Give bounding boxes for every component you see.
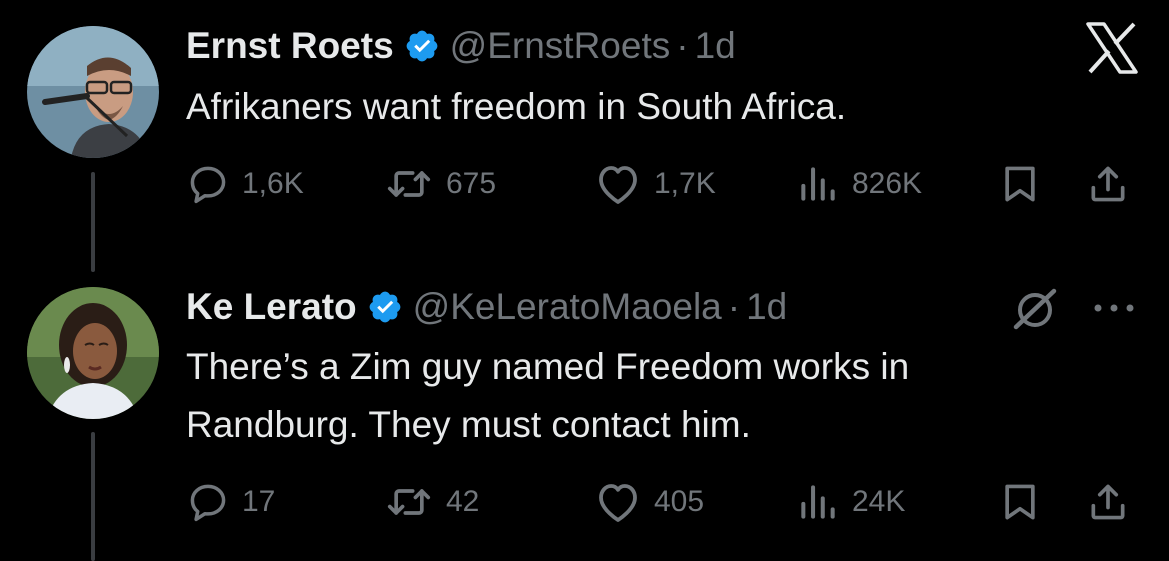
verified-badge-icon	[404, 28, 440, 64]
action-bar: 17 42 405 24K	[186, 478, 1146, 526]
bookmark-icon	[1005, 166, 1035, 202]
tweet-text: There’s a Zim guy named Freedom works in…	[186, 346, 910, 445]
repost-count: 42	[446, 485, 480, 518]
views-button[interactable]: 826K	[796, 160, 922, 208]
share-button[interactable]	[1086, 160, 1130, 208]
repost-count: 675	[446, 167, 497, 200]
share-button[interactable]	[1086, 478, 1130, 526]
timestamp[interactable]: 1d	[746, 286, 787, 328]
separator-dot: ·	[676, 25, 689, 66]
repost-icon	[387, 489, 431, 515]
thread-line-bottom	[91, 432, 95, 561]
avatar[interactable]	[27, 287, 159, 419]
repost-button[interactable]: 675	[384, 160, 496, 208]
share-icon	[1091, 166, 1125, 202]
x-logo-icon	[1084, 22, 1140, 79]
bookmark-button[interactable]	[998, 160, 1042, 208]
reply-icon	[190, 166, 226, 204]
tweet-header: Ernst Roets @ErnstRoets · 1d	[186, 18, 736, 74]
reply-icon	[190, 484, 226, 522]
view-count: 24K	[852, 485, 906, 518]
timestamp[interactable]: 1d	[695, 25, 736, 67]
like-count: 1,7K	[654, 167, 716, 200]
heart-icon	[599, 166, 637, 204]
share-icon	[1091, 484, 1125, 520]
avatar-photo-lerato	[27, 287, 159, 419]
heart-icon	[599, 484, 637, 522]
view-count: 826K	[852, 167, 923, 200]
avatar-photo-ernst	[27, 26, 159, 158]
more-options-icon[interactable]	[1090, 300, 1138, 321]
avatar[interactable]	[27, 26, 159, 158]
user-handle[interactable]: @ErnstRoets	[450, 25, 671, 67]
views-button[interactable]: 24K	[796, 478, 905, 526]
analytics-icon	[801, 485, 835, 519]
bookmark-button[interactable]	[998, 478, 1042, 526]
thread-line-top	[91, 172, 95, 272]
analytics-icon	[801, 167, 835, 201]
display-name[interactable]: Ernst Roets	[186, 25, 394, 67]
reply-button[interactable]: 1,6K	[186, 160, 304, 208]
like-button[interactable]: 405	[594, 478, 704, 526]
grok-icon[interactable]	[1012, 287, 1060, 336]
reply-button[interactable]: 17	[186, 478, 275, 526]
display-name[interactable]: Ke Lerato	[186, 286, 357, 328]
reply-count: 17	[242, 485, 276, 518]
reply-count: 1,6K	[242, 167, 304, 200]
verified-badge-icon	[367, 289, 403, 325]
user-handle[interactable]: @KeLeratoMaoela	[413, 286, 722, 328]
tweet-header: Ke Lerato @KeLeratoMaoela · 1d	[186, 279, 787, 335]
like-button[interactable]: 1,7K	[594, 160, 716, 208]
repost-icon	[387, 171, 431, 197]
action-bar: 1,6K 675 1,7K 826K	[186, 160, 1146, 208]
like-count: 405	[654, 485, 705, 518]
bookmark-icon	[1005, 484, 1035, 520]
repost-button[interactable]: 42	[384, 478, 479, 526]
separator-dot: ·	[727, 286, 741, 327]
tweet-text: Afrikaners want freedom in South Africa.	[186, 86, 847, 127]
